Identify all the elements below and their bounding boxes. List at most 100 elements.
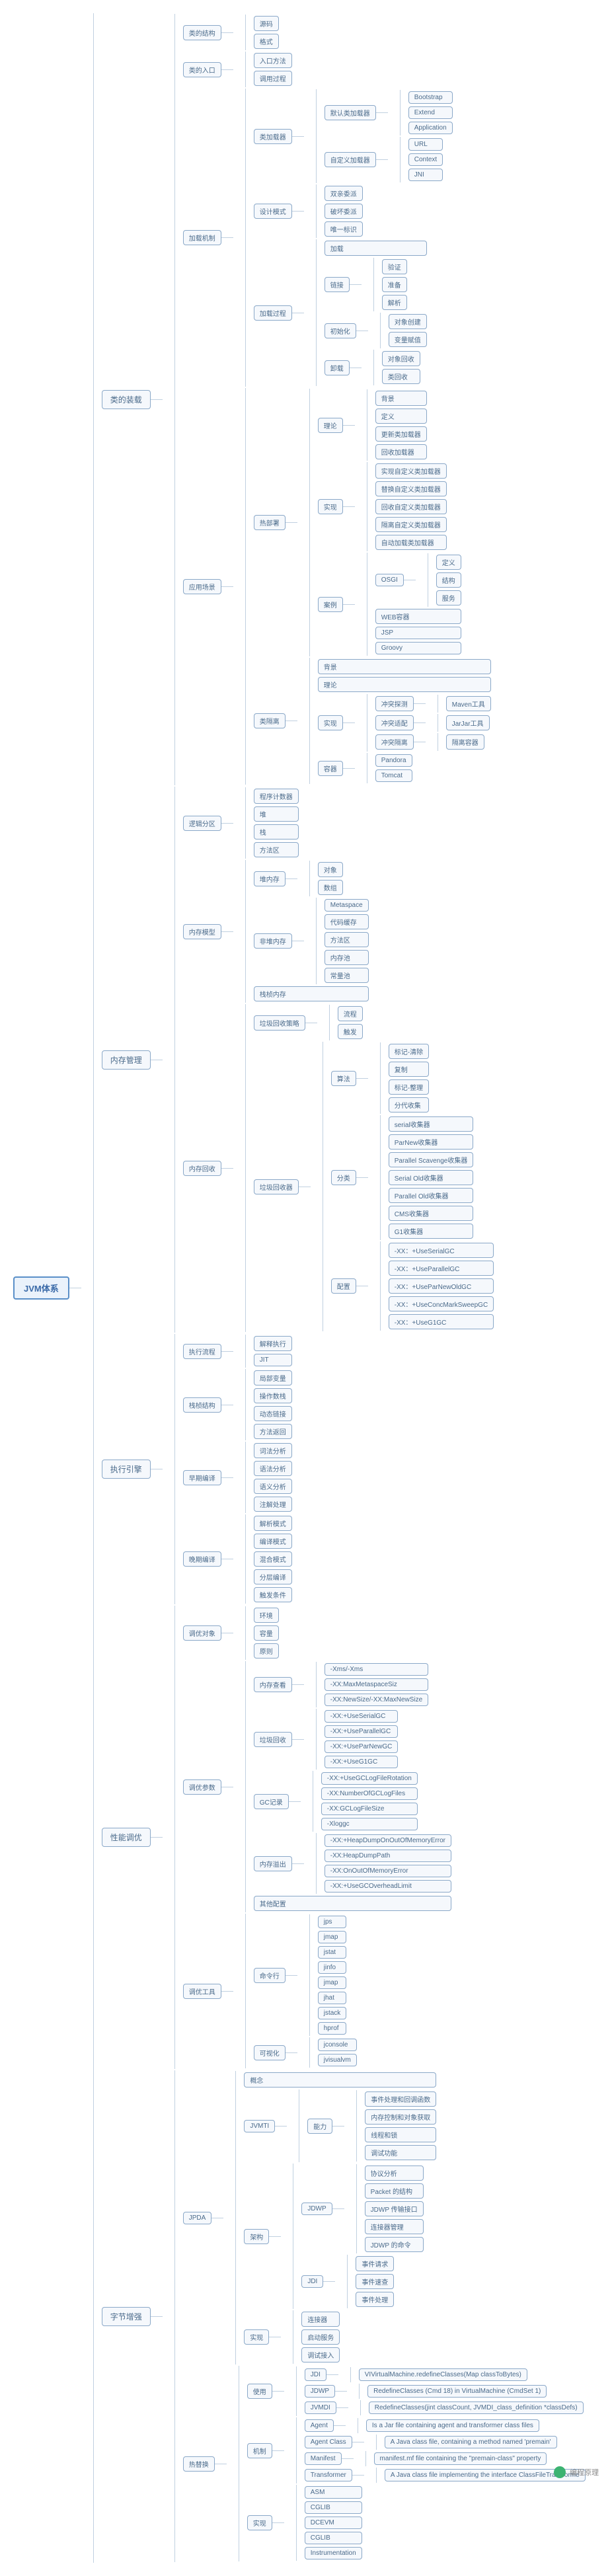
branch-memory: 内存管理 xyxy=(102,1050,151,1070)
leaf: 冲突适配 xyxy=(375,715,414,730)
node-params: 调优参数 xyxy=(183,1779,221,1795)
leaf: -XX：+UseConcMarkSweepGC xyxy=(389,1296,494,1311)
leaf: jmap xyxy=(318,1976,347,1989)
leaf: Metaspace xyxy=(325,899,369,912)
leaf: 定义 xyxy=(436,555,461,570)
leaf: Maven工具 xyxy=(446,696,491,711)
leaf: 协议分析 xyxy=(365,2166,424,2181)
node-jpda: JPDA xyxy=(183,2212,212,2224)
node-def-loader: 默认类加载器 xyxy=(325,105,376,120)
leaf: Bootstrap xyxy=(408,91,453,104)
leaf: 词法分析 xyxy=(254,1443,292,1458)
node-config: 配置 xyxy=(331,1278,356,1294)
leaf: jstat xyxy=(318,1946,347,1959)
leaf: hprof xyxy=(318,2022,347,2035)
leaf: Agent Class xyxy=(305,2436,352,2448)
node-viz: 可视化 xyxy=(254,2045,286,2060)
node-loaders: 类加载器 xyxy=(254,129,292,144)
leaf: 实现自定义类加载器 xyxy=(375,463,447,479)
leaf: -XX：+UseParNewOldGC xyxy=(389,1278,494,1294)
node-stack: 栈桢结构 xyxy=(183,1397,221,1413)
node-hot: 热部署 xyxy=(254,515,286,530)
leaf: 事件处理 xyxy=(356,2292,394,2307)
node-load-mech: 加载机制 xyxy=(183,230,221,245)
node-obj: 调优对象 xyxy=(183,1625,221,1641)
leaf: 其他配置 xyxy=(254,1896,451,1911)
leaf: 调试接入 xyxy=(301,2347,340,2362)
leaf: Is a Jar file containing agent and trans… xyxy=(366,2419,539,2432)
node-hotswap: 热替换 xyxy=(183,2456,215,2472)
leaf: 注解处理 xyxy=(254,1497,292,1512)
node-jpda-impl: 实现 xyxy=(244,2329,269,2345)
leaf: 动态链接 xyxy=(254,1406,292,1421)
node-hot-impl: 实现 xyxy=(318,499,343,514)
leaf: 复制 xyxy=(389,1062,429,1077)
node-jdwp: JDWP xyxy=(301,2203,332,2215)
node-class-entry: 类的入口 xyxy=(183,62,221,77)
node-jvmti: JVMTI xyxy=(244,2120,275,2132)
leaf: 源码 xyxy=(254,16,279,31)
node-class-struct: 类的结构 xyxy=(183,25,221,40)
leaf: 冲突探测 xyxy=(375,696,414,711)
leaf: 结构 xyxy=(436,572,461,588)
leaf: 常量池 xyxy=(325,968,369,983)
leaf: 内存控制和对象获取 xyxy=(365,2109,436,2125)
leaf: Transformer xyxy=(305,2469,352,2481)
leaf: 操作数栈 xyxy=(254,1388,292,1403)
leaf: URL xyxy=(408,138,443,151)
node-cli: 命令行 xyxy=(254,1968,286,1983)
leaf: 验证 xyxy=(382,259,407,274)
node-init: 初始化 xyxy=(325,323,356,338)
node-tools: 调优工具 xyxy=(183,1984,221,1999)
leaf: 背景 xyxy=(318,659,491,674)
leaf: Parallel Old收集器 xyxy=(389,1188,474,1203)
node-mech2: 机制 xyxy=(247,2443,272,2458)
node-unload: 卸载 xyxy=(325,360,350,375)
leaf: -XX:HeapDumpPath xyxy=(325,1850,451,1862)
leaf: 启动服务 xyxy=(301,2329,340,2345)
leaf: 格式 xyxy=(254,34,279,49)
footer-icon xyxy=(554,2466,566,2478)
node-logic: 逻辑分区 xyxy=(183,816,221,831)
leaf: Groovy xyxy=(375,642,461,654)
node-gcrec: GC记录 xyxy=(254,1794,289,1809)
leaf: jconsole xyxy=(318,2039,357,2051)
leaf: Manifest xyxy=(305,2452,342,2465)
leaf: 入口方法 xyxy=(254,53,292,68)
node-link: 链接 xyxy=(325,277,350,292)
leaf: RedefineClasses(jint classCount, JVMDI_c… xyxy=(369,2401,584,2414)
leaf: 服务 xyxy=(436,590,461,605)
leaf: JDI xyxy=(305,2368,326,2381)
leaf: G1收集器 xyxy=(389,1224,474,1239)
leaf: -XX:NewSize/-XX:MaxNewSize xyxy=(325,1694,428,1706)
leaf: 原则 xyxy=(254,1643,279,1659)
leaf: 解释执行 xyxy=(254,1336,292,1351)
leaf: jps xyxy=(318,1916,347,1928)
node-gcparam: 垃圾回收 xyxy=(254,1732,292,1747)
leaf: jhat xyxy=(318,1992,347,2004)
leaf: 解析模式 xyxy=(254,1516,292,1531)
node-types: 分类 xyxy=(331,1170,356,1185)
branch-classload: 类的装载 xyxy=(102,390,151,409)
leaf: ASM xyxy=(305,2486,362,2499)
leaf: 事件处理和回调函数 xyxy=(365,2091,436,2107)
leaf: Extend xyxy=(408,106,453,119)
leaf: Context xyxy=(408,153,443,166)
leaf: jmap xyxy=(318,1931,347,1943)
leaf: 解析 xyxy=(382,295,407,310)
leaf: -XX:MaxMetaspaceSiz xyxy=(325,1678,428,1691)
leaf: manifest.mf file containing the "premain… xyxy=(374,2452,547,2465)
leaf: -XX:+UseParNewGC xyxy=(325,1740,399,1753)
leaf: JNI xyxy=(408,169,443,181)
leaf: -XX:+UseG1GC xyxy=(325,1756,399,1768)
node-algo: 算法 xyxy=(331,1071,356,1086)
leaf: 触发 xyxy=(338,1024,363,1039)
leaf: 隔离自定义类加载器 xyxy=(375,517,447,532)
node-oom: 内存溢出 xyxy=(254,1856,292,1871)
leaf: 调试功能 xyxy=(365,2145,436,2160)
leaf: JSP xyxy=(375,627,461,639)
leaf: Serial Old收集器 xyxy=(389,1170,474,1185)
node-policy: 垃圾回收策略 xyxy=(254,1015,305,1031)
node-iso: 类隔离 xyxy=(254,713,286,728)
leaf: 理论 xyxy=(318,677,491,692)
